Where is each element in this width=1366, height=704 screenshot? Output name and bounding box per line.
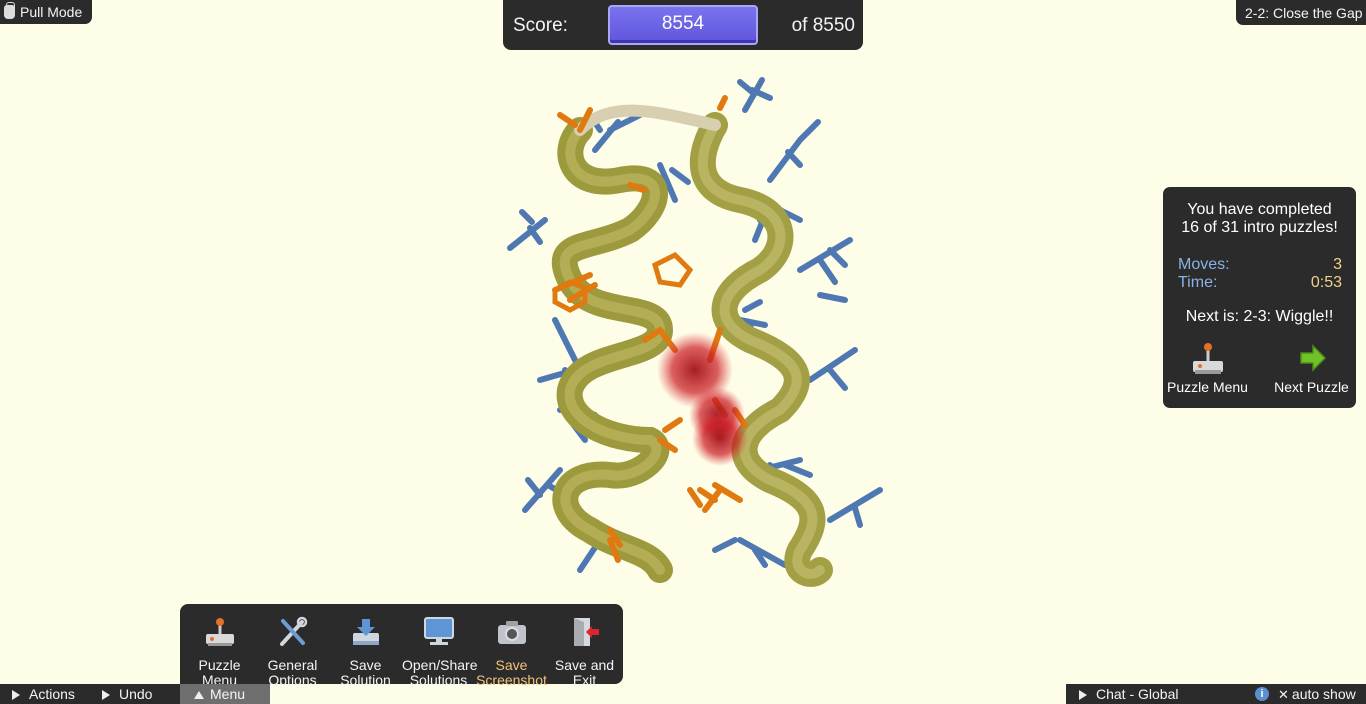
menu-item-line1: Open/Share xyxy=(402,657,478,673)
score-label: Score: xyxy=(513,15,568,36)
joystick-icon xyxy=(1193,343,1223,374)
monitor-icon xyxy=(423,617,454,645)
expand-icon xyxy=(12,690,20,700)
undo-button[interactable]: Undo xyxy=(90,684,180,704)
menu-item-line2: Exit xyxy=(572,672,597,688)
menu-item-line2: Screenshot xyxy=(476,672,547,688)
chat-label: Chat - Global xyxy=(1096,686,1179,702)
menu-save-solution-button[interactable]: Save Solution xyxy=(329,612,402,688)
expand-icon xyxy=(1079,690,1087,700)
menu-button[interactable]: Menu xyxy=(180,684,270,704)
menu-item-line1: Puzzle xyxy=(198,657,241,673)
save-tray-icon xyxy=(352,619,379,645)
menu-general-options-button[interactable]: General Options xyxy=(256,612,329,688)
next-puzzle-label: Next Puzzle xyxy=(1274,379,1349,395)
time-value: 0:53 xyxy=(1310,274,1342,291)
auto-show-label: auto show xyxy=(1291,686,1356,702)
moves-value: 3 xyxy=(1333,256,1342,273)
completion-line-1: You have completed xyxy=(1187,201,1332,218)
menu-puzzle-menu-button[interactable]: Puzzle Menu xyxy=(183,612,256,688)
camera-icon xyxy=(497,621,526,644)
moves-label: Moves: xyxy=(1178,256,1230,273)
undo-label: Undo xyxy=(119,686,153,702)
menu-item-line2: Solutions xyxy=(409,672,468,688)
puzzle-title: 2-2: Close the Gap xyxy=(1236,0,1366,25)
actions-button[interactable]: Actions xyxy=(0,684,90,704)
completion-message: You have completed 16 of 31 intro puzzle… xyxy=(1163,201,1356,237)
menu-item-line2: Options xyxy=(268,672,317,688)
menu-save-exit-button[interactable]: Save and Exit xyxy=(548,612,621,688)
score-target: of 8550 xyxy=(791,15,855,36)
joystick-icon xyxy=(205,618,234,646)
menu-item-line2: Solution xyxy=(340,672,391,688)
next-puzzle-button[interactable]: Next Puzzle xyxy=(1264,339,1359,397)
main-menu-panel: Puzzle Menu General Options Save Solution xyxy=(180,604,623,688)
menu-item-line1: Save xyxy=(495,657,528,673)
menu-item-line1: Save and xyxy=(554,657,615,673)
puzzle-menu-label: Puzzle Menu xyxy=(1167,379,1248,395)
completion-panel: You have completed 16 of 31 intro puzzle… xyxy=(1163,187,1356,408)
menu-save-screenshot-button[interactable]: Save Screenshot xyxy=(475,612,548,688)
protein-view[interactable] xyxy=(500,70,900,600)
tools-icon xyxy=(279,616,307,646)
close-icon: ✕ xyxy=(1278,687,1289,702)
pull-mode-indicator[interactable]: Pull Mode xyxy=(0,0,92,24)
completion-line-2: 16 of 31 intro puzzles! xyxy=(1181,219,1338,236)
score-panel: Score: 8554 of 8550 xyxy=(503,0,863,50)
time-label: Time: xyxy=(1178,274,1218,291)
menu-item-line1: Save xyxy=(349,657,382,673)
green-arrow-icon xyxy=(1300,344,1327,372)
score-value: 8554 xyxy=(608,5,758,45)
actions-label: Actions xyxy=(29,686,75,702)
hand-icon xyxy=(4,2,15,19)
auto-show-toggle[interactable]: ✕ auto show xyxy=(1278,684,1356,704)
menu-label: Menu xyxy=(210,686,246,702)
next-puzzle-info: Next is: 2-3: Wiggle!! xyxy=(1185,308,1334,325)
collapse-icon xyxy=(194,691,204,699)
menu-open-share-button[interactable]: Open/Share Solutions xyxy=(402,612,478,688)
menu-item-line1: General xyxy=(267,657,318,673)
expand-icon xyxy=(102,690,110,700)
exit-door-icon xyxy=(573,618,599,646)
info-icon[interactable]: i xyxy=(1255,687,1269,701)
pull-mode-label: Pull Mode xyxy=(20,4,83,20)
puzzle-menu-button[interactable]: Puzzle Menu xyxy=(1160,339,1255,397)
